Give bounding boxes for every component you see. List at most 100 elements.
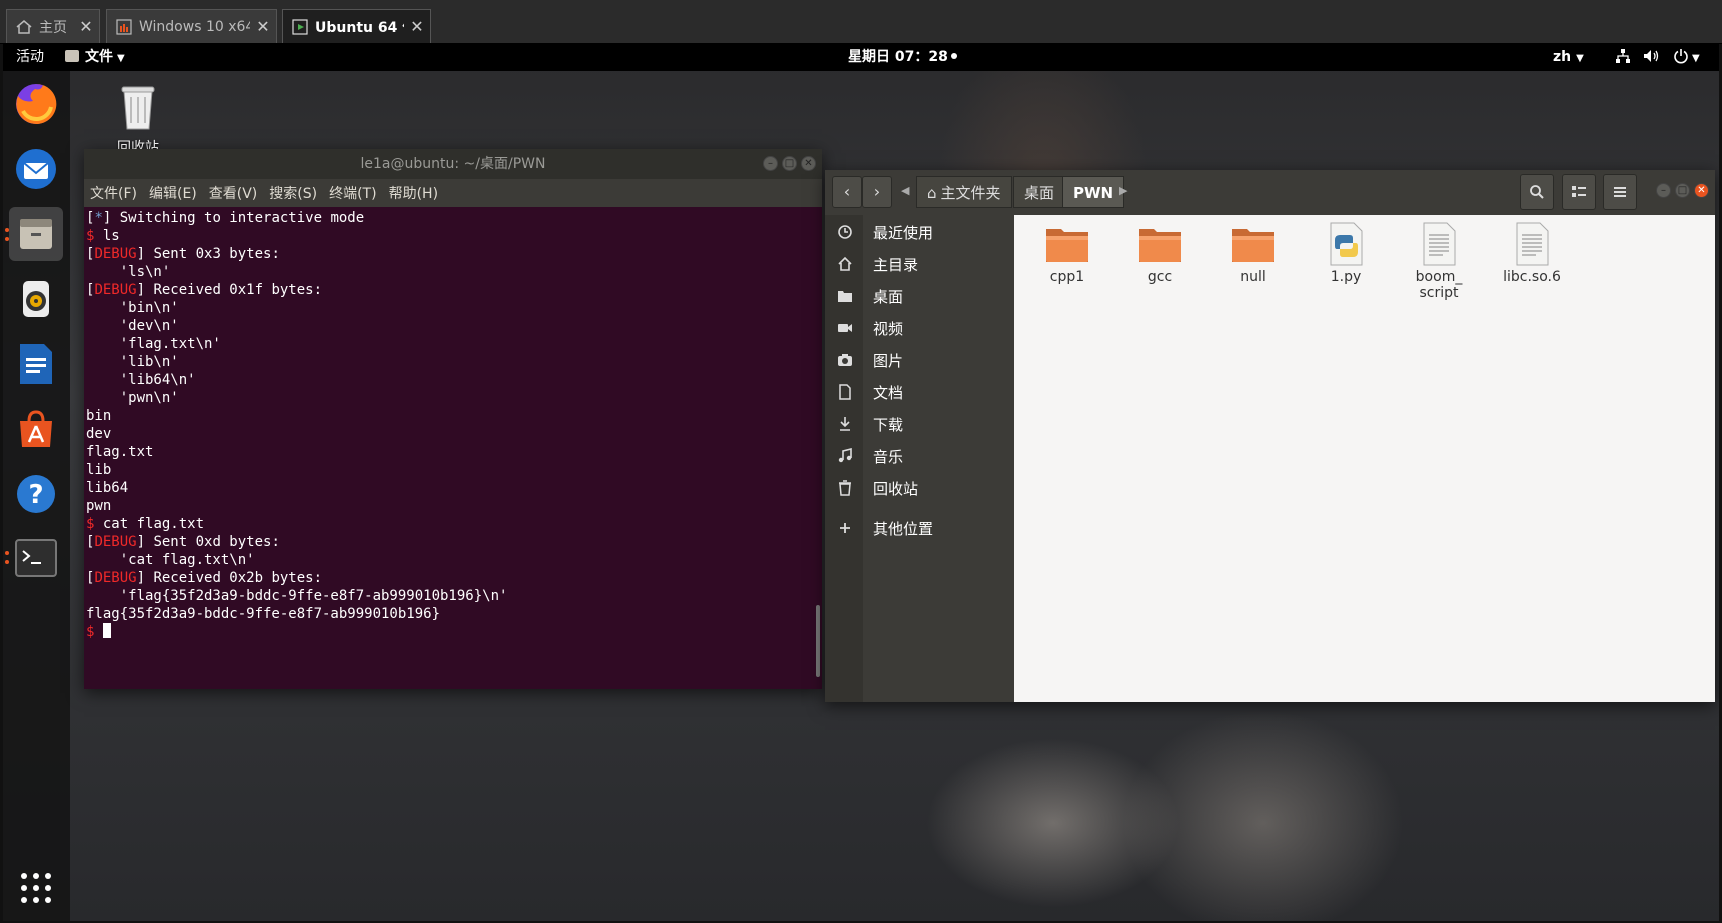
chevron-down-icon: ▼ bbox=[1576, 53, 1584, 64]
menu-help[interactable]: 帮助(H) bbox=[383, 183, 444, 203]
terminal-line: [DEBUG] Received 0x1f bytes: bbox=[86, 281, 822, 299]
list-view-icon bbox=[1572, 186, 1586, 197]
line-text: 'dev\n' bbox=[86, 318, 179, 334]
breadcrumb-scroll-right-icon[interactable]: ▶ bbox=[1119, 184, 1127, 197]
dock-help[interactable]: ? bbox=[9, 467, 63, 521]
sidebar-item-1[interactable]: 主目录 bbox=[825, 249, 1014, 279]
breadcrumb-label: PWN bbox=[1073, 184, 1114, 202]
close-button[interactable]: ✕ bbox=[801, 156, 816, 171]
file-name: boom_ script bbox=[1415, 269, 1463, 301]
terminal-line: pwn bbox=[86, 497, 822, 515]
thunderbird-icon bbox=[16, 149, 56, 189]
sidebar-item-5[interactable]: 文档 bbox=[825, 377, 1014, 407]
minimize-button[interactable]: – bbox=[763, 156, 778, 171]
line-text: ] Sent 0xd bytes: bbox=[136, 534, 280, 550]
files-content[interactable]: cpp1 gcc null 1.py boom_ script libc.so.6 bbox=[1014, 215, 1715, 702]
desktop-trash[interactable]: 回收站 bbox=[103, 83, 173, 157]
breadcrumb-home[interactable]: ⌂ 主文件夹 bbox=[916, 176, 1012, 208]
files-headerbar[interactable]: ‹ › ◀ ⌂ 主文件夹 桌面 PWN ▶ – □ ✕ bbox=[825, 170, 1715, 215]
terminal-line: flag{35f2d3a9-bddc-9ffe-e8f7-ab999010b19… bbox=[86, 605, 822, 623]
file-item[interactable]: cpp1 bbox=[1022, 221, 1112, 285]
terminal-line: bin bbox=[86, 407, 822, 425]
view-toggle-button[interactable] bbox=[1562, 174, 1596, 210]
app-menu[interactable]: 文件 ▼ bbox=[65, 43, 125, 71]
sidebar-item-3[interactable]: 视频 bbox=[825, 313, 1014, 343]
maximize-button[interactable]: □ bbox=[1675, 183, 1690, 198]
line-text: ] Switching to interactive mode bbox=[102, 210, 365, 226]
breadcrumb-desktop[interactable]: 桌面 bbox=[1013, 176, 1066, 208]
file-name: 1.py bbox=[1330, 269, 1362, 285]
terminal-output[interactable]: [*] Switching to interactive mode $ ls [DE… bbox=[84, 207, 822, 689]
terminal-line: 'flag{35f2d3a9-bddc-9ffe-e8f7-ab999010b1… bbox=[86, 587, 822, 605]
file-item[interactable]: gcc bbox=[1115, 221, 1205, 285]
menu-view[interactable]: 查看(V) bbox=[203, 183, 264, 203]
close-icon[interactable]: ✕ bbox=[73, 17, 99, 36]
network-icon[interactable] bbox=[1615, 43, 1631, 71]
file-item[interactable]: 1.py bbox=[1301, 221, 1391, 285]
close-icon[interactable]: ✕ bbox=[250, 17, 276, 36]
terminal-line: 'flag.txt\n' bbox=[86, 335, 822, 353]
file-name: cpp1 bbox=[1049, 269, 1085, 285]
line-text: 'flag{35f2d3a9-bddc-9ffe-e8f7-ab999010b1… bbox=[86, 588, 508, 604]
line-text: 'lib\n' bbox=[86, 354, 179, 370]
terminal-line: $ cat flag.txt bbox=[86, 515, 822, 533]
breadcrumb-scroll-left-icon[interactable]: ◀ bbox=[901, 184, 909, 197]
menu-button[interactable] bbox=[1603, 174, 1637, 210]
file-item[interactable]: boom_ script bbox=[1394, 221, 1484, 301]
home-icon bbox=[15, 18, 33, 36]
dock-rhythmbox[interactable] bbox=[9, 272, 63, 326]
dock-firefox[interactable] bbox=[9, 77, 63, 131]
sidebar-item-4[interactable]: 图片 bbox=[825, 345, 1014, 375]
terminal-line: 'ls\n' bbox=[86, 263, 822, 281]
line-highlight: DEBUG bbox=[94, 534, 137, 550]
menu-search[interactable]: 搜索(S) bbox=[263, 183, 323, 203]
terminal-titlebar[interactable]: le1a@ubuntu: ~/桌面/PWN – □ ✕ bbox=[84, 149, 822, 179]
menu-file[interactable]: 文件(F) bbox=[84, 183, 143, 203]
file-item[interactable]: null bbox=[1208, 221, 1298, 285]
power-icon[interactable]: ▼ bbox=[1673, 43, 1700, 71]
sidebar-item-9[interactable]: 其他位置 bbox=[825, 513, 1014, 543]
vm-tab-windows[interactable]: Windows 10 x64 ✕ bbox=[106, 9, 277, 43]
vm-tab-ubuntu[interactable]: Ubuntu 64 位 ✕ bbox=[282, 9, 431, 43]
running-indicator bbox=[5, 551, 9, 555]
line-text: 'flag.txt\n' bbox=[86, 336, 221, 352]
line-text: ls bbox=[94, 228, 120, 244]
back-button[interactable]: ‹ bbox=[832, 176, 862, 208]
maximize-button[interactable]: □ bbox=[782, 156, 797, 171]
search-button[interactable] bbox=[1520, 174, 1554, 210]
prompt-symbol: $ bbox=[86, 624, 95, 640]
menu-edit[interactable]: 编辑(E) bbox=[143, 183, 203, 203]
scrollbar[interactable] bbox=[816, 605, 820, 677]
close-button[interactable]: ✕ bbox=[1694, 183, 1709, 198]
sidebar-item-2[interactable]: 桌面 bbox=[825, 281, 1014, 311]
dock-files[interactable] bbox=[9, 207, 63, 261]
sidebar-item-0[interactable]: 最近使用 bbox=[825, 217, 1014, 247]
running-indicator bbox=[5, 237, 9, 241]
dock-terminal[interactable] bbox=[9, 531, 63, 585]
minimize-button[interactable]: – bbox=[1656, 183, 1671, 198]
forward-button[interactable]: › bbox=[862, 176, 892, 208]
home-icon bbox=[835, 254, 855, 274]
sidebar-item-6[interactable]: 下载 bbox=[825, 409, 1014, 439]
clock[interactable]: 星期日 07：28 bbox=[848, 43, 957, 71]
vm-icon bbox=[115, 18, 133, 36]
line-text: ] Received 0x1f bytes: bbox=[136, 282, 323, 298]
menu-terminal[interactable]: 终端(T) bbox=[323, 183, 382, 203]
volume-icon[interactable] bbox=[1643, 43, 1661, 71]
terminal-line: 'lib64\n' bbox=[86, 371, 822, 389]
dock-libreoffice-writer[interactable] bbox=[9, 337, 63, 391]
python-file-icon bbox=[1322, 221, 1370, 267]
vm-tab-home[interactable]: 主页 ✕ bbox=[6, 9, 100, 43]
close-icon[interactable]: ✕ bbox=[404, 17, 430, 36]
sidebar-item-7[interactable]: 音乐 bbox=[825, 441, 1014, 471]
breadcrumb-pwn[interactable]: PWN bbox=[1062, 176, 1125, 208]
show-applications-button[interactable] bbox=[9, 861, 63, 915]
input-method-menu[interactable]: zh ▼ bbox=[1553, 43, 1584, 71]
activities-button[interactable]: 活动 bbox=[16, 43, 44, 71]
dock-software[interactable] bbox=[9, 402, 63, 456]
sidebar-item-8[interactable]: 回收站 bbox=[825, 473, 1014, 503]
file-item[interactable]: libc.so.6 bbox=[1487, 221, 1577, 285]
terminal-line: 'dev\n' bbox=[86, 317, 822, 335]
camera-icon bbox=[835, 350, 855, 370]
dock-thunderbird[interactable] bbox=[9, 142, 63, 196]
